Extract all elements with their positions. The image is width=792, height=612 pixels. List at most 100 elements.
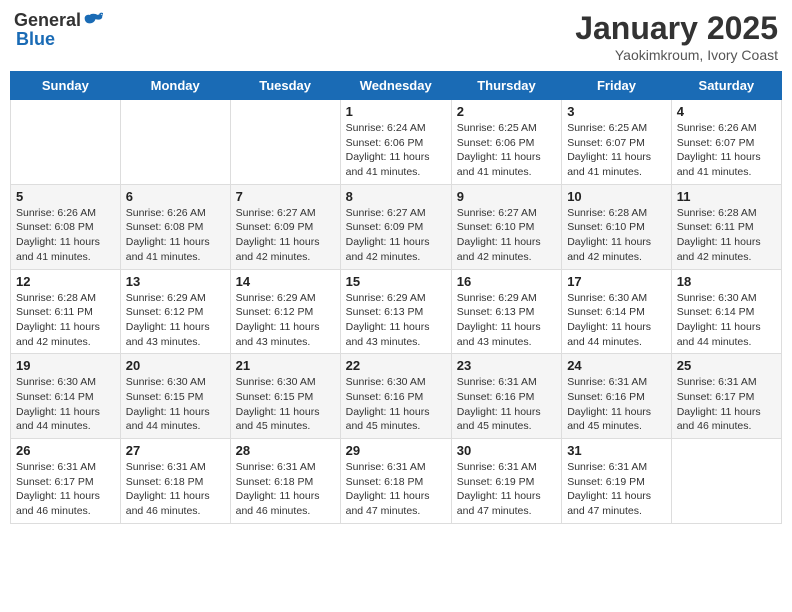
- day-info: Sunrise: 6:31 AM Sunset: 6:19 PM Dayligh…: [457, 460, 556, 519]
- calendar-cell: 21 Sunrise: 6:30 AM Sunset: 6:15 PM Dayli…: [230, 354, 340, 439]
- logo-bird-icon: [83, 10, 103, 30]
- main-title: January 2025: [575, 10, 778, 47]
- day-number: 8: [346, 189, 446, 204]
- day-info: Sunrise: 6:29 AM Sunset: 6:13 PM Dayligh…: [346, 291, 446, 350]
- day-info: Sunrise: 6:31 AM Sunset: 6:17 PM Dayligh…: [677, 375, 776, 434]
- calendar-cell: 25Sunrise: 6:31 AM Sunset: 6:17 PM Dayli…: [671, 354, 781, 439]
- day-number: 30: [457, 443, 556, 458]
- day-info: Sunrise: 6:31 AM Sunset: 6:18 PM Dayligh…: [236, 460, 335, 519]
- weekday-header-sunday: Sunday: [11, 72, 121, 100]
- calendar-cell: 3 Sunrise: 6:25 AM Sunset: 6:07 PM Daylig…: [562, 100, 672, 185]
- day-number: 4: [677, 104, 776, 119]
- calendar-week-row: 12 Sunrise: 6:28 AM Sunset: 6:11 PM Dayli…: [11, 269, 782, 354]
- calendar-cell: [120, 100, 230, 185]
- day-number: 12: [16, 274, 115, 289]
- calendar-cell: 27Sunrise: 6:31 AM Sunset: 6:18 PM Dayli…: [120, 439, 230, 524]
- weekday-header-thursday: Thursday: [451, 72, 561, 100]
- calendar-cell: 17 Sunrise: 6:30 AM Sunset: 6:14 PM Dayli…: [562, 269, 672, 354]
- day-info: Sunrise: 6:24 AM Sunset: 6:06 PM Dayligh…: [346, 121, 446, 180]
- day-number: 5: [16, 189, 115, 204]
- day-number: 1: [346, 104, 446, 119]
- day-number: 24: [567, 358, 666, 373]
- logo: General Blue: [14, 10, 103, 48]
- logo-blue: Blue: [16, 30, 55, 48]
- calendar-cell: 20 Sunrise: 6:30 AM Sunset: 6:15 PM Dayli…: [120, 354, 230, 439]
- day-number: 3: [567, 104, 666, 119]
- calendar-cell: 18Sunrise: 6:30 AM Sunset: 6:14 PM Dayli…: [671, 269, 781, 354]
- day-number: 28: [236, 443, 335, 458]
- weekday-header-saturday: Saturday: [671, 72, 781, 100]
- day-number: 17: [567, 274, 666, 289]
- day-info: Sunrise: 6:25 AM Sunset: 6:06 PM Dayligh…: [457, 121, 556, 180]
- calendar-cell: 10 Sunrise: 6:28 AM Sunset: 6:10 PM Dayli…: [562, 184, 672, 269]
- calendar-week-row: 1 Sunrise: 6:24 AM Sunset: 6:06 PM Daylig…: [11, 100, 782, 185]
- day-info: Sunrise: 6:30 AM Sunset: 6:14 PM Dayligh…: [677, 291, 776, 350]
- day-info: Sunrise: 6:28 AM Sunset: 6:10 PM Dayligh…: [567, 206, 666, 265]
- day-info: Sunrise: 6:29 AM Sunset: 6:13 PM Dayligh…: [457, 291, 556, 350]
- calendar-cell: 16 Sunrise: 6:29 AM Sunset: 6:13 PM Dayli…: [451, 269, 561, 354]
- weekday-header-friday: Friday: [562, 72, 672, 100]
- day-info: Sunrise: 6:29 AM Sunset: 6:12 PM Dayligh…: [126, 291, 225, 350]
- day-number: 10: [567, 189, 666, 204]
- day-number: 16: [457, 274, 556, 289]
- calendar-week-row: 5 Sunrise: 6:26 AM Sunset: 6:08 PM Daylig…: [11, 184, 782, 269]
- calendar-cell: 5Sunrise: 6:26 AM Sunset: 6:08 PM Daylig…: [11, 184, 121, 269]
- day-number: 2: [457, 104, 556, 119]
- logo-general: General: [14, 11, 81, 29]
- calendar-cell: [11, 100, 121, 185]
- day-number: 20: [126, 358, 225, 373]
- calendar-cell: 31Sunrise: 6:31 AM Sunset: 6:19 PM Dayli…: [562, 439, 672, 524]
- day-info: Sunrise: 6:31 AM Sunset: 6:16 PM Dayligh…: [457, 375, 556, 434]
- day-number: 23: [457, 358, 556, 373]
- title-block: January 2025 Yaokimkroum, Ivory Coast: [575, 10, 778, 63]
- weekday-header-monday: Monday: [120, 72, 230, 100]
- day-number: 31: [567, 443, 666, 458]
- day-number: 9: [457, 189, 556, 204]
- calendar-cell: 9 Sunrise: 6:27 AM Sunset: 6:10 PM Daylig…: [451, 184, 561, 269]
- calendar-cell: 30 Sunrise: 6:31 AM Sunset: 6:19 PM Dayli…: [451, 439, 561, 524]
- day-number: 26: [16, 443, 115, 458]
- day-number: 21: [236, 358, 335, 373]
- day-info: Sunrise: 6:28 AM Sunset: 6:11 PM Dayligh…: [16, 291, 115, 350]
- calendar-cell: 4 Sunrise: 6:26 AM Sunset: 6:07 PM Daylig…: [671, 100, 781, 185]
- calendar-cell: 13 Sunrise: 6:29 AM Sunset: 6:12 PM Dayli…: [120, 269, 230, 354]
- day-number: 29: [346, 443, 446, 458]
- day-info: Sunrise: 6:30 AM Sunset: 6:14 PM Dayligh…: [16, 375, 115, 434]
- calendar-cell: [230, 100, 340, 185]
- day-info: Sunrise: 6:27 AM Sunset: 6:09 PM Dayligh…: [236, 206, 335, 265]
- weekday-header-tuesday: Tuesday: [230, 72, 340, 100]
- day-info: Sunrise: 6:29 AM Sunset: 6:12 PM Dayligh…: [236, 291, 335, 350]
- day-number: 11: [677, 189, 776, 204]
- day-number: 7: [236, 189, 335, 204]
- calendar-cell: 23 Sunrise: 6:31 AM Sunset: 6:16 PM Dayli…: [451, 354, 561, 439]
- day-info: Sunrise: 6:30 AM Sunset: 6:15 PM Dayligh…: [126, 375, 225, 434]
- day-number: 15: [346, 274, 446, 289]
- calendar-cell: 26Sunrise: 6:31 AM Sunset: 6:17 PM Dayli…: [11, 439, 121, 524]
- day-info: Sunrise: 6:26 AM Sunset: 6:08 PM Dayligh…: [126, 206, 225, 265]
- calendar-week-row: 19Sunrise: 6:30 AM Sunset: 6:14 PM Dayli…: [11, 354, 782, 439]
- calendar-week-row: 26Sunrise: 6:31 AM Sunset: 6:17 PM Dayli…: [11, 439, 782, 524]
- day-number: 13: [126, 274, 225, 289]
- calendar-cell: 24Sunrise: 6:31 AM Sunset: 6:16 PM Dayli…: [562, 354, 672, 439]
- calendar-cell: 2 Sunrise: 6:25 AM Sunset: 6:06 PM Daylig…: [451, 100, 561, 185]
- day-number: 27: [126, 443, 225, 458]
- day-info: Sunrise: 6:28 AM Sunset: 6:11 PM Dayligh…: [677, 206, 776, 265]
- calendar-table: SundayMondayTuesdayWednesdayThursdayFrid…: [10, 71, 782, 524]
- calendar-cell: 19Sunrise: 6:30 AM Sunset: 6:14 PM Dayli…: [11, 354, 121, 439]
- day-number: 22: [346, 358, 446, 373]
- calendar-cell: 1 Sunrise: 6:24 AM Sunset: 6:06 PM Daylig…: [340, 100, 451, 185]
- day-number: 14: [236, 274, 335, 289]
- day-info: Sunrise: 6:27 AM Sunset: 6:10 PM Dayligh…: [457, 206, 556, 265]
- day-info: Sunrise: 6:25 AM Sunset: 6:07 PM Dayligh…: [567, 121, 666, 180]
- calendar-cell: 12 Sunrise: 6:28 AM Sunset: 6:11 PM Dayli…: [11, 269, 121, 354]
- day-number: 6: [126, 189, 225, 204]
- calendar-cell: 29Sunrise: 6:31 AM Sunset: 6:18 PM Dayli…: [340, 439, 451, 524]
- calendar-cell: 14 Sunrise: 6:29 AM Sunset: 6:12 PM Dayli…: [230, 269, 340, 354]
- day-info: Sunrise: 6:30 AM Sunset: 6:15 PM Dayligh…: [236, 375, 335, 434]
- calendar-cell: 15 Sunrise: 6:29 AM Sunset: 6:13 PM Dayli…: [340, 269, 451, 354]
- calendar-cell: 8Sunrise: 6:27 AM Sunset: 6:09 PM Daylig…: [340, 184, 451, 269]
- day-info: Sunrise: 6:26 AM Sunset: 6:07 PM Dayligh…: [677, 121, 776, 180]
- calendar-cell: 6 Sunrise: 6:26 AM Sunset: 6:08 PM Daylig…: [120, 184, 230, 269]
- day-info: Sunrise: 6:30 AM Sunset: 6:14 PM Dayligh…: [567, 291, 666, 350]
- page-header: General Blue January 2025 Yaokimkroum, I…: [10, 10, 782, 63]
